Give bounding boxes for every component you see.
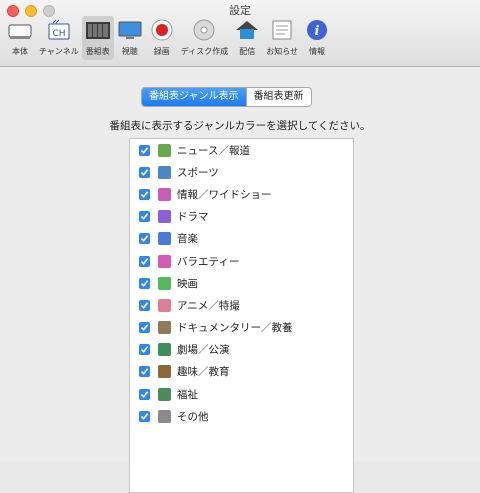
svg-text:CH: CH <box>52 29 65 39</box>
program-guide-icon <box>85 18 111 42</box>
genre-checkbox[interactable] <box>139 344 150 356</box>
toolbar-label: 録画 <box>153 47 170 56</box>
genre-label: 福祉 <box>177 388 198 401</box>
toolbar-item-info[interactable]: i 情報 <box>301 16 333 60</box>
genre-label: その他 <box>177 410 209 423</box>
genre-checkbox[interactable] <box>139 166 150 178</box>
tab-genre-display[interactable]: 番組表ジャンル表示 <box>142 88 246 106</box>
genre-checkbox[interactable] <box>139 211 150 223</box>
genre-row: 劇場／公演 <box>130 339 353 361</box>
genre-checkbox[interactable] <box>139 322 150 334</box>
disc-icon <box>191 18 217 42</box>
genre-color-icon <box>158 165 171 179</box>
toolbar-item-program-guide[interactable]: 番組表 <box>81 16 114 60</box>
genre-color-icon <box>158 409 171 423</box>
genre-color-icon <box>158 298 171 312</box>
genre-color-icon <box>158 254 171 268</box>
genre-label: 映画 <box>177 277 198 290</box>
title-bar: 設定 本体 CH チャンネル 番組表 視聴 録画 ディスク作成 配信 お知らせ … <box>0 0 480 67</box>
toolbar-item-device[interactable]: 本体 <box>4 16 36 60</box>
genre-row: アニメ／特撮 <box>130 294 353 316</box>
toolbar-item-disc-create[interactable]: ディスク作成 <box>178 16 231 60</box>
toolbar-item-notice[interactable]: お知らせ <box>263 16 301 60</box>
toolbar-label: チャンネル <box>39 47 79 56</box>
genre-checkbox[interactable] <box>139 299 150 311</box>
genre-color-icon <box>158 321 171 335</box>
genre-color-icon <box>158 232 171 246</box>
genre-checkbox[interactable] <box>139 144 150 156</box>
genre-checkbox[interactable] <box>139 233 150 245</box>
genre-row: 映画 <box>130 272 353 294</box>
genre-label: 音楽 <box>177 233 198 246</box>
genre-label: ニュース／報道 <box>177 144 250 157</box>
genre-checkbox[interactable] <box>139 188 150 200</box>
genre-label: ドキュメンタリー／教養 <box>177 322 293 335</box>
genre-list: ニュース／報道 スポーツ情報／ワイドショー ドラマ音楽バラエティー 映画アニメ／特撮ド… <box>129 138 354 493</box>
toolbar-item-stream[interactable]: 配信 <box>231 16 263 60</box>
toolbar-item-channel[interactable]: CH チャンネル <box>36 16 82 60</box>
genre-label: スポーツ <box>177 166 219 179</box>
channel-icon: CH <box>46 18 72 42</box>
preferences-content: 番組表ジャンル表示 番組表更新 番組表に表示するジャンルカラーを選択してください… <box>0 67 480 493</box>
genre-color-icon <box>158 210 171 224</box>
genre-color-icon <box>158 365 171 379</box>
genre-color-icon <box>158 387 171 401</box>
genre-row: 福祉 <box>130 383 353 405</box>
toolbar-label: 視聴 <box>121 47 138 56</box>
genre-row: 趣味／教育 <box>130 361 353 383</box>
svg-text:i: i <box>315 24 320 39</box>
genre-color-icon <box>158 143 171 157</box>
genre-row: ドキュメンタリー／教養 <box>130 317 353 339</box>
settings-window: 設定 本体 CH チャンネル 番組表 視聴 録画 ディスク作成 配信 お知らせ … <box>0 0 480 493</box>
genre-checkbox[interactable] <box>139 366 150 378</box>
record-icon <box>149 18 175 42</box>
genre-label: ドラマ <box>177 211 209 224</box>
device-icon <box>7 18 33 42</box>
toolbar-label: 本体 <box>12 47 28 56</box>
home-icon <box>234 18 260 42</box>
preferences-toolbar: 本体 CH チャンネル 番組表 視聴 録画 ディスク作成 配信 お知らせ i 情… <box>4 16 333 60</box>
genre-row: 情報／ワイドショー <box>130 183 353 205</box>
tab-guide-update[interactable]: 番組表更新 <box>245 88 311 106</box>
toolbar-label: 情報 <box>309 47 326 56</box>
monitor-icon <box>117 18 143 42</box>
genre-label: 趣味／教育 <box>177 366 230 379</box>
toolbar-item-record[interactable]: 録画 <box>146 16 178 60</box>
genre-color-icon <box>158 276 171 290</box>
toolbar-label: 配信 <box>239 47 256 56</box>
genre-row: その他 <box>130 405 353 427</box>
genre-color-icon <box>158 343 171 357</box>
genre-checkbox[interactable] <box>139 277 150 289</box>
toolbar-label: 番組表 <box>85 47 110 56</box>
genre-label: 劇場／公演 <box>177 344 230 357</box>
genre-label: アニメ／特撮 <box>177 299 240 312</box>
genre-checkbox[interactable] <box>139 255 150 267</box>
genre-color-icon <box>158 187 171 201</box>
genre-label: 情報／ワイドショー <box>177 188 272 201</box>
genre-row: ニュース／報道 <box>130 139 353 161</box>
toolbar-item-watch[interactable]: 視聴 <box>114 16 146 60</box>
genre-checkbox[interactable] <box>139 388 150 400</box>
toolbar-label: ディスク作成 <box>180 47 229 56</box>
instruction-text: 番組表に表示するジャンルカラーを選択してください。 <box>109 120 371 132</box>
genre-checkbox[interactable] <box>139 410 150 422</box>
segmented-control: 番組表ジャンル表示 番組表更新 <box>141 87 312 107</box>
genre-label: バラエティー <box>177 255 240 268</box>
genre-row: ドラマ <box>130 206 353 228</box>
genre-row: スポーツ <box>130 161 353 183</box>
info-icon: i <box>304 18 330 42</box>
toolbar-label: お知らせ <box>266 47 299 56</box>
genre-row: 音楽 <box>130 228 353 250</box>
notice-icon <box>269 18 295 42</box>
genre-row: バラエティー <box>130 250 353 272</box>
